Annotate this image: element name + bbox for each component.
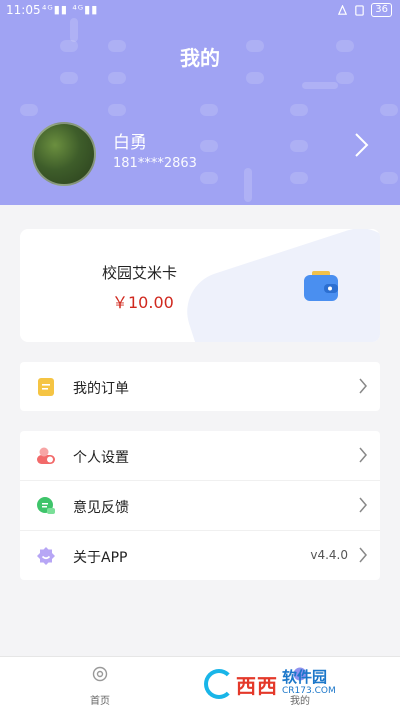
watermark-site: CR173.COM: [282, 686, 336, 696]
wallet-icon: [304, 271, 338, 301]
signal-icon: ⁴ᴳ▮▮ ⁴ᴳ▮▮: [42, 3, 99, 16]
menu-item-label: 关于APP: [73, 550, 128, 566]
profile-header: 11:05 ⁴ᴳ▮▮ ⁴ᴳ▮▮ 36 我的 白勇 181****2863: [0, 0, 400, 205]
chevron-right-icon: [359, 547, 367, 563]
menu-item-orders[interactable]: 我的订单: [20, 362, 380, 411]
about-icon: [37, 547, 55, 565]
tab-home[interactable]: 首页: [50, 657, 150, 712]
menu-item-feedback[interactable]: 意见反馈: [20, 481, 380, 531]
menu-item-about[interactable]: 关于APP v4.4.0: [20, 531, 380, 580]
feedback-icon: [37, 497, 55, 514]
watermark-brand: 软件园: [282, 668, 328, 686]
watermark-c-icon: [204, 669, 234, 699]
chevron-right-icon: [359, 378, 367, 394]
battery-icon: 36: [371, 3, 392, 17]
card-balance: ￥10.00: [112, 293, 174, 312]
watermark-big-text: 西西: [236, 673, 278, 698]
menu-item-settings[interactable]: 个人设置: [20, 431, 380, 481]
alarm-icon: [338, 4, 348, 15]
menu-item-label: 意见反馈: [73, 500, 129, 516]
status-time: 11:05: [6, 3, 41, 17]
chevron-right-icon: [359, 497, 367, 513]
user-name: 白勇: [113, 133, 147, 153]
home-icon: [92, 666, 108, 682]
user-phone: 181****2863: [113, 156, 197, 171]
chevron-right-icon: [359, 447, 367, 463]
menu-group-settings: 个人设置 意见反馈 关于APP v4.4.0: [20, 431, 380, 580]
watermark-logo: 西西 软件园 CR173.COM: [204, 663, 392, 705]
menu-item-label: 个人设置: [73, 450, 129, 466]
status-bar: 11:05 ⁴ᴳ▮▮ ⁴ᴳ▮▮ 36: [0, 0, 400, 22]
campus-card[interactable]: 校园艾米卡 ￥10.00: [20, 229, 380, 342]
chevron-right-icon[interactable]: [348, 131, 374, 159]
avatar[interactable]: [32, 122, 96, 186]
page-title: 我的: [180, 46, 220, 70]
card-decoration: [176, 229, 380, 342]
menu-group-orders: 我的订单: [20, 362, 380, 411]
app-version: v4.4.0: [310, 548, 348, 562]
tab-label: 首页: [90, 696, 110, 707]
sim-icon: [355, 4, 365, 16]
card-name: 校园艾米卡: [102, 264, 178, 282]
settings-icon: [37, 447, 55, 464]
menu-item-label: 我的订单: [73, 381, 129, 397]
order-icon: [38, 378, 54, 396]
